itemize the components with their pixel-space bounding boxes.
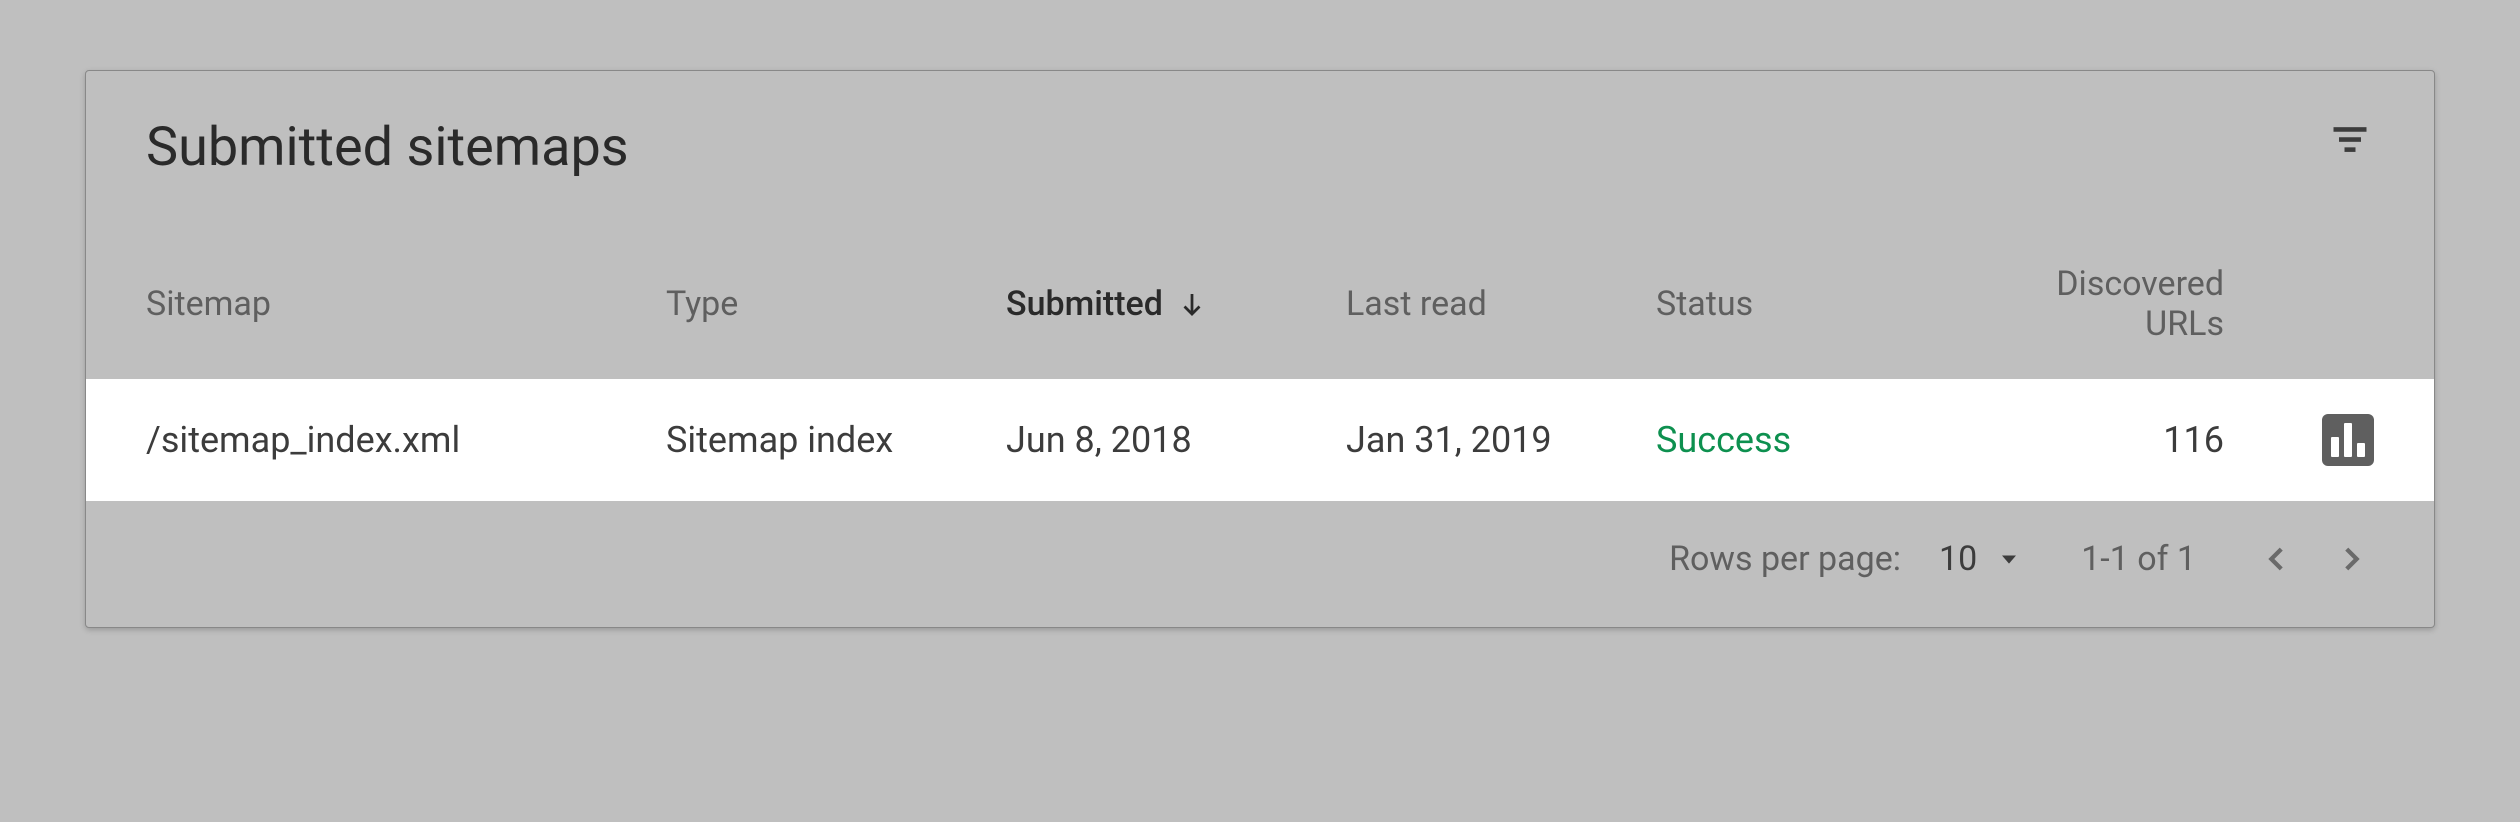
pagination-bar: Rows per page: 10 1-1 of 1 (86, 501, 2434, 627)
view-coverage-button[interactable] (2322, 414, 2374, 466)
column-header-discovered[interactable]: Discovered URLs (2006, 264, 2314, 344)
chevron-left-icon (2260, 542, 2294, 576)
pagination-range: 1-1 of 1 (2081, 539, 2196, 579)
filter-button[interactable] (2326, 116, 2374, 164)
column-header-status[interactable]: Status (1656, 284, 2006, 324)
column-header-submitted-label: Submitted (1006, 284, 1163, 324)
cell-type: Sitemap index (666, 419, 1006, 461)
rows-per-page-label: Rows per page: (1669, 539, 1901, 579)
table-header-row: Sitemap Type Submitted Last read Status … (86, 209, 2434, 379)
bar-chart-icon (2331, 437, 2339, 457)
filter-icon (2328, 118, 2372, 162)
rows-per-page-select[interactable]: 10 (1939, 539, 2023, 579)
prev-page-button[interactable] (2254, 536, 2300, 582)
cell-sitemap: /sitemap_index.xml (146, 419, 666, 461)
column-header-lastread[interactable]: Last read (1346, 284, 1656, 324)
column-header-submitted[interactable]: Submitted (1006, 284, 1346, 324)
sort-down-icon (1177, 289, 1207, 319)
rows-per-page-value: 10 (1939, 539, 1977, 579)
column-header-sitemap[interactable]: Sitemap (146, 284, 666, 324)
cell-lastread: Jan 31, 2019 (1346, 419, 1656, 461)
column-header-type[interactable]: Type (666, 284, 1006, 324)
next-page-button[interactable] (2328, 536, 2374, 582)
cell-status: Success (1656, 419, 2006, 461)
chevron-right-icon (2334, 542, 2368, 576)
dropdown-icon (1995, 545, 2023, 573)
cell-discovered: 116 (2006, 419, 2314, 461)
card-header: Submitted sitemaps (86, 71, 2434, 209)
cell-submitted: Jun 8, 2018 (1006, 419, 1346, 461)
table-row[interactable]: /sitemap_index.xml Sitemap index Jun 8, … (86, 379, 2434, 501)
card-title: Submitted sitemaps (146, 116, 629, 179)
sitemaps-card: Submitted sitemaps Sitemap Type Submitte… (85, 70, 2435, 628)
cell-action (2314, 414, 2374, 466)
